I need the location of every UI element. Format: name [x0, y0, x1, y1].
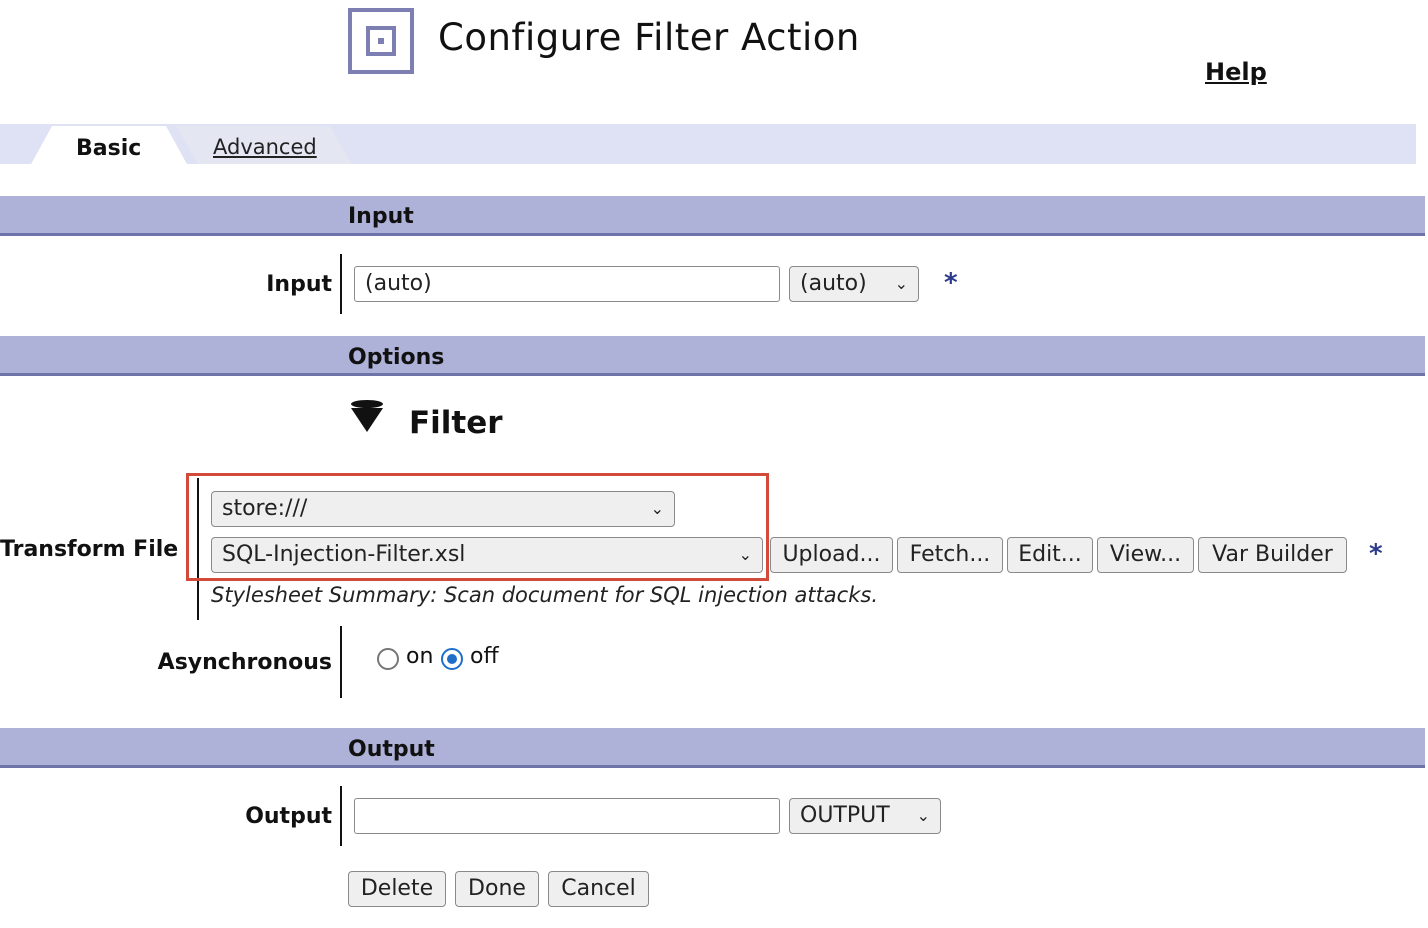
output-context-value: OUTPUT — [800, 803, 890, 828]
transform-file-label: Transform File — [0, 537, 179, 562]
section-input — [0, 196, 1425, 236]
section-output — [0, 728, 1425, 768]
input-field[interactable]: (auto) — [354, 266, 780, 302]
required-marker: * — [944, 268, 958, 298]
var-builder-button[interactable]: Var Builder — [1198, 537, 1347, 573]
chevron-down-icon: ⌄ — [916, 806, 930, 825]
async-on-radio[interactable] — [377, 648, 399, 670]
cancel-button[interactable]: Cancel — [548, 871, 649, 907]
output-context-select[interactable]: OUTPUT ⌄ — [789, 798, 941, 834]
output-field[interactable] — [354, 798, 780, 834]
output-label: Output — [245, 804, 332, 829]
funnel-icon — [351, 400, 383, 432]
page-title: Configure Filter Action — [438, 16, 860, 59]
input-context-value: (auto) — [800, 271, 867, 296]
async-off-radio[interactable] — [441, 648, 463, 670]
help-link[interactable]: Help — [1205, 58, 1267, 86]
upload-button[interactable]: Upload... — [770, 537, 893, 573]
field-divider — [340, 786, 342, 846]
tab-basic-label: Basic — [76, 136, 142, 161]
edit-button[interactable]: Edit... — [1007, 537, 1093, 573]
fetch-button[interactable]: Fetch... — [897, 537, 1003, 573]
async-off-label: off — [470, 644, 499, 669]
input-context-select[interactable]: (auto) ⌄ — [789, 266, 919, 302]
field-divider — [340, 626, 342, 698]
required-marker: * — [1369, 539, 1383, 569]
section-output-title: Output — [348, 737, 435, 762]
tab-advanced-label[interactable]: Advanced — [213, 135, 317, 159]
highlight-box — [186, 473, 769, 581]
section-options-title: Options — [348, 345, 445, 370]
filter-title: Filter — [409, 405, 503, 441]
delete-button[interactable]: Delete — [348, 871, 446, 907]
done-button[interactable]: Done — [455, 871, 539, 907]
async-on-label: on — [406, 644, 434, 669]
app-logo-icon — [348, 8, 414, 74]
chevron-down-icon: ⌄ — [894, 274, 908, 293]
field-divider — [340, 254, 342, 314]
input-label: Input — [266, 272, 332, 297]
asynchronous-label: Asynchronous — [157, 650, 332, 675]
view-button[interactable]: View... — [1097, 537, 1194, 573]
section-options — [0, 336, 1425, 376]
stylesheet-summary: Stylesheet Summary: Scan document for SQ… — [211, 583, 878, 607]
section-input-title: Input — [348, 204, 414, 229]
